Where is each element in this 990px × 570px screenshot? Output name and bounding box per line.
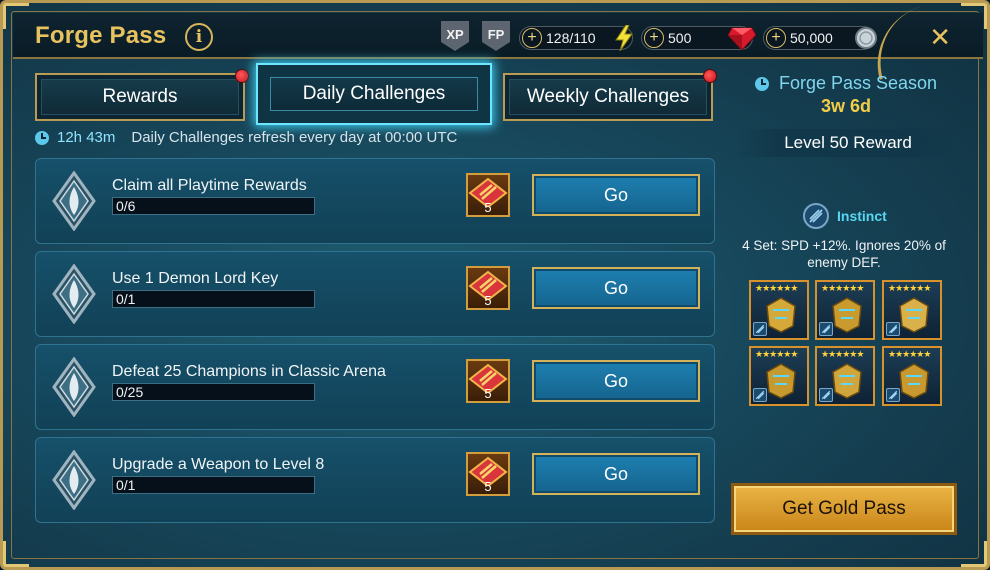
helmet-icon [832,297,862,333]
get-gold-pass-button[interactable]: Get Gold Pass [731,483,957,535]
challenge-emblem-icon [50,449,98,511]
challenge-label: Defeat 25 Champions in Classic Arena [112,363,386,380]
silver-resource: + 50,000 [763,26,877,50]
go-button[interactable]: Go [532,453,700,495]
page-title: Forge Pass [35,22,167,49]
silver-coin-icon [852,24,880,52]
reward-count: 5 [484,200,492,215]
notification-dot-icon [703,69,717,83]
progress-text: 0/6 [116,198,136,214]
challenge-label: Upgrade a Weapon to Level 8 [112,456,325,473]
challenge-row: Defeat 25 Champions in Classic Arena 0/2… [35,344,715,430]
level-reward-title: Level 50 Reward [735,129,961,157]
gear-set-info: Instinct [803,203,887,229]
boots-icon [899,363,929,399]
progress-text: 0/25 [116,384,144,400]
season-title: Forge Pass Season [778,73,938,93]
progress-text: 0/1 [116,477,136,493]
chestplate-icon [832,363,862,399]
notification-dot-icon [235,69,249,83]
gear-stars: ★★★★★★ [821,283,864,293]
instinct-set-icon [886,388,900,402]
add-silver-button[interactable]: + [766,28,786,48]
forge-pass-window: Forge Pass i XP FP + 128/110 + 500 + 50,… [0,0,990,570]
tab-label: Rewards [102,86,178,107]
gear-weapon-item[interactable]: ★★★★★★ [749,280,809,340]
clock-icon [754,76,769,91]
gear-stars: ★★★★★★ [888,283,931,293]
add-energy-button[interactable]: + [522,28,542,48]
refresh-text: Daily Challenges refresh every day at 00… [131,129,458,146]
instinct-set-icon [753,388,767,402]
info-icon[interactable]: i [185,23,213,51]
gear-gauntlets-item[interactable]: ★★★★★★ [749,346,809,406]
refresh-timer: 12h 43m [57,129,116,146]
reward-count: 5 [484,386,492,401]
go-button[interactable]: Go [532,174,700,216]
challenge-label: Claim all Playtime Rewards [112,177,307,194]
energy-value: 128/110 [546,30,596,46]
instinct-set-icon [819,388,833,402]
progress-bar: 0/6 [112,197,315,215]
clock-icon [35,130,49,145]
instinct-set-icon [753,322,767,336]
tab-weekly-challenges[interactable]: Weekly Challenges [503,69,717,121]
season-time-left: 3w 6d [820,96,872,116]
season-info: Forge Pass Season 3w 6d [741,73,951,117]
gear-stars: ★★★★★★ [888,349,931,359]
reward-item[interactable]: 5 [466,452,510,496]
frame-corner [3,541,29,567]
gem-value: 500 [668,30,692,46]
shield-icon [899,297,929,333]
progress-text: 0/1 [116,291,136,307]
header-bar: Forge Pass i XP FP + 128/110 + 500 + 50,… [13,13,983,59]
progress-bar: 0/25 [112,383,315,401]
challenge-emblem-icon [50,170,98,232]
challenge-label: Use 1 Demon Lord Key [112,270,279,287]
gear-helmet-item[interactable]: ★★★★★★ [815,280,875,340]
tab-rewards[interactable]: Rewards [35,69,249,121]
xp-badge[interactable]: XP [441,21,469,51]
gem-resource: + 500 [641,24,756,52]
challenge-emblem-icon [50,356,98,418]
reward-count: 5 [484,479,492,494]
reward-item[interactable]: 5 [466,266,510,310]
gear-shield-item[interactable]: ★★★★★★ [882,280,942,340]
tab-label: Daily Challenges [302,83,446,104]
fp-badge[interactable]: FP [482,21,510,51]
add-gems-button[interactable]: + [644,28,664,48]
frame-corner [961,541,987,567]
set-description: 4 Set: SPD +12%. Ignores 20% of enemy DE… [742,238,946,270]
tab-daily-challenges[interactable]: Daily Challenges [256,63,492,125]
gear-boots-item[interactable]: ★★★★★★ [882,346,942,406]
gauntlets-icon [766,363,796,399]
ruby-gem-icon [728,24,756,52]
gear-stars: ★★★★★★ [821,349,864,359]
reward-item[interactable]: 5 [466,173,510,217]
progress-bar: 0/1 [112,290,315,308]
instinct-set-icon [819,322,833,336]
instinct-set-icon[interactable] [803,203,829,229]
tab-label: Weekly Challenges [526,86,690,107]
reward-count: 5 [484,293,492,308]
set-name: Instinct [837,208,887,224]
gear-chestplate-item[interactable]: ★★★★★★ [815,346,875,406]
challenge-row: Claim all Playtime Rewards 0/6 5 Go [35,158,715,244]
challenge-row: Upgrade a Weapon to Level 8 0/1 5 Go [35,437,715,523]
season-title-row: Forge Pass Season [741,73,951,94]
silver-value: 50,000 [790,30,833,46]
challenge-row: Use 1 Demon Lord Key 0/1 5 Go [35,251,715,337]
energy-resource: + 128/110 [519,25,633,51]
challenge-emblem-icon [50,263,98,325]
go-button[interactable]: Go [532,360,700,402]
go-button[interactable]: Go [532,267,700,309]
reward-item[interactable]: 5 [466,359,510,403]
instinct-set-icon [886,322,900,336]
gear-stars: ★★★★★★ [755,349,798,359]
weapon-icon [766,297,796,333]
refresh-info: 12h 43m Daily Challenges refresh every d… [35,129,457,146]
energy-bolt-icon [610,24,638,52]
progress-bar: 0/1 [112,476,315,494]
gear-stars: ★★★★★★ [755,283,798,293]
